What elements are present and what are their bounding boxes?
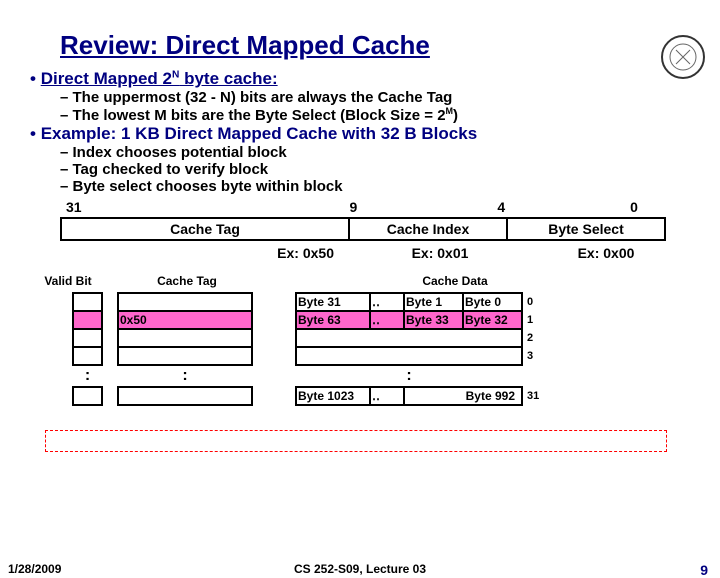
- hdots-icon: ‥: [370, 293, 404, 311]
- vdots-icon: :: [73, 365, 102, 387]
- field-tag: Cache Tag: [61, 218, 349, 240]
- byte1023: Byte 1023: [296, 387, 370, 405]
- cache-row-dots: : : :: [30, 365, 540, 387]
- slide-title: Review: Direct Mapped Cache: [60, 30, 720, 61]
- bullet-1-2: – The lowest M bits are the Byte Select …: [60, 106, 690, 124]
- bit-4: 4: [493, 199, 525, 215]
- bullet-2-1: – Index chooses potential block: [60, 144, 690, 161]
- cache-row-1: 0x50 Byte 63 ‥ Byte 33 Byte 32 1: [30, 311, 540, 329]
- highlight-dashed-box: [45, 430, 667, 452]
- cache-diagram: Valid Bit Cache Tag Cache Data Byte 31 ‥…: [30, 271, 690, 406]
- footer-page: 9: [700, 562, 708, 578]
- cache-row-31: Byte 1023 ‥ Byte 992 31: [30, 387, 540, 405]
- addr-example-row: Ex: 0x50 Ex: 0x01 Ex: 0x00: [60, 243, 690, 263]
- vdots-icon: :: [296, 365, 522, 387]
- bullet-2-3: – Byte select chooses byte within block: [60, 178, 690, 195]
- byte63: Byte 63: [296, 311, 370, 329]
- bullet-1-1: – The uppermost (32 - N) bits are always…: [60, 89, 690, 106]
- cache-row-2: 2: [30, 329, 540, 347]
- ex-bsel: Ex: 0x00: [524, 245, 688, 261]
- hdots-icon: ‥: [370, 311, 404, 329]
- byte992: Byte 992: [404, 387, 522, 405]
- byte0: Byte 0: [463, 293, 522, 311]
- hdr-validbit: Valid Bit: [32, 273, 104, 290]
- tag-0x50: 0x50: [118, 311, 252, 329]
- hdr-cachedata: Cache Data: [314, 273, 596, 290]
- bit-0: 0: [626, 199, 658, 215]
- logo-seal: [661, 35, 705, 79]
- ex-tag: Ex: 0x50: [62, 245, 356, 261]
- addr-field-table: Cache Tag Cache Index Byte Select: [60, 217, 666, 241]
- footer-course: CS 252-S09, Lecture 03: [294, 562, 426, 576]
- vdots-icon: :: [118, 365, 252, 387]
- row-idx-3: 3: [522, 347, 540, 365]
- ex-idx: Ex: 0x01: [358, 245, 522, 261]
- bullet-2-2: – Tag checked to verify block: [60, 161, 690, 178]
- row-idx-31: 31: [522, 387, 540, 405]
- byte33: Byte 33: [404, 311, 463, 329]
- cache-row-0: Byte 31 ‥ Byte 1 Byte 0 0: [30, 293, 540, 311]
- footer-date: 1/28/2009: [8, 562, 61, 576]
- hdots-icon: ‥: [370, 387, 404, 405]
- addr-bit-labels: 31 9 4 0: [60, 197, 660, 217]
- field-byteselect: Byte Select: [507, 218, 665, 240]
- bit-31: 31: [62, 199, 110, 215]
- bullet-2: • Example: 1 KB Direct Mapped Cache with…: [30, 124, 690, 144]
- hdr-cachetag: Cache Tag: [106, 273, 268, 290]
- row-idx-1: 1: [522, 311, 540, 329]
- slide-content: • Direct Mapped 2N byte cache: – The upp…: [30, 69, 690, 263]
- row-idx-0: 0: [522, 293, 540, 311]
- field-index: Cache Index: [349, 218, 507, 240]
- byte31: Byte 31: [296, 293, 370, 311]
- bullet-1: • Direct Mapped 2N byte cache:: [30, 69, 690, 89]
- row-idx-2: 2: [522, 329, 540, 347]
- bit-9: 9: [346, 199, 378, 215]
- byte1: Byte 1: [404, 293, 463, 311]
- cache-row-3: 3: [30, 347, 540, 365]
- byte32: Byte 32: [463, 311, 522, 329]
